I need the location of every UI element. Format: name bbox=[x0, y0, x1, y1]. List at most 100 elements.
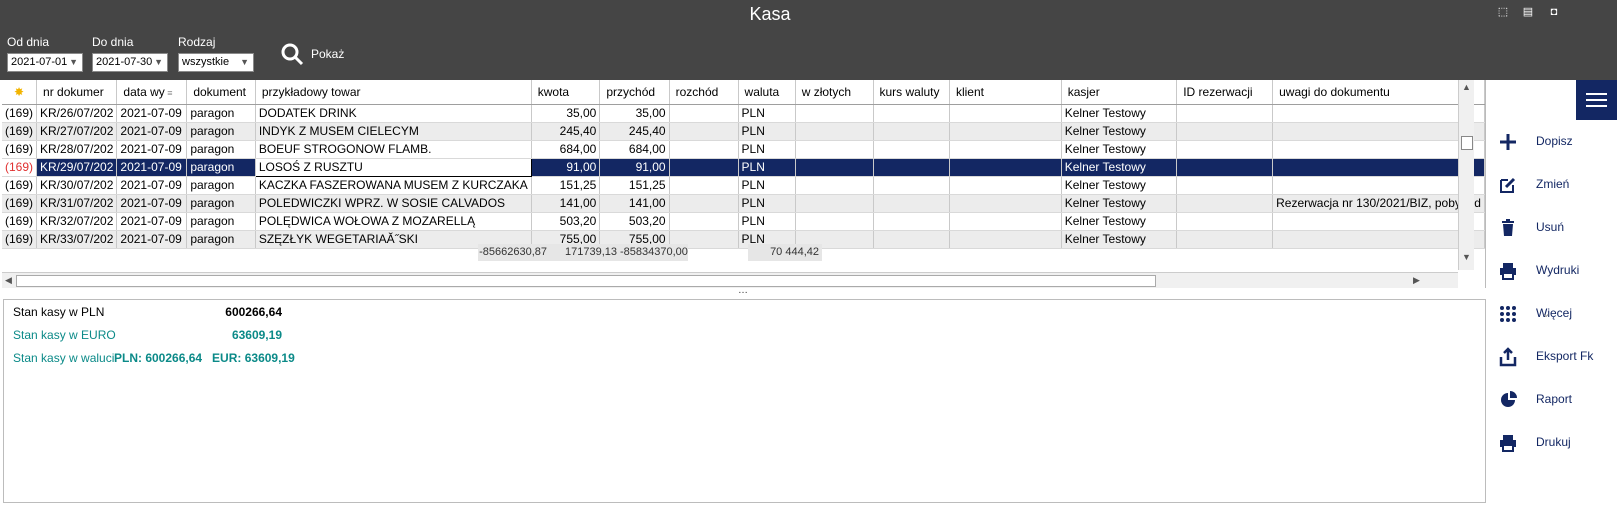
column-header[interactable]: rozchód bbox=[669, 80, 739, 105]
column-header[interactable]: przychód bbox=[599, 80, 670, 105]
doc-number-cell[interactable]: KR/27/07/202 bbox=[36, 122, 118, 141]
row-ref-cell[interactable]: (169) bbox=[2, 194, 38, 213]
reservation-id-cell[interactable] bbox=[1176, 194, 1274, 213]
cashier-cell[interactable]: Kelner Testowy bbox=[1061, 158, 1178, 177]
rate-cell[interactable] bbox=[873, 122, 950, 141]
income-cell[interactable]: 151,25 bbox=[599, 176, 670, 195]
pln-cell[interactable] bbox=[795, 212, 874, 231]
date-cell[interactable]: 2021-07-09 bbox=[116, 158, 188, 177]
cashier-cell[interactable]: Kelner Testowy bbox=[1061, 122, 1178, 141]
table-row[interactable]: (169) KR/32/07/202 2021-07-09 paragon POLĘDW… bbox=[2, 212, 1485, 231]
doc-type-cell[interactable]: paragon bbox=[186, 122, 256, 141]
currency-cell[interactable]: PLN bbox=[738, 158, 796, 177]
amount-cell[interactable]: 684,00 bbox=[531, 140, 601, 159]
doc-type-cell[interactable]: paragon bbox=[186, 176, 256, 195]
reservation-id-cell[interactable] bbox=[1176, 104, 1274, 123]
note-cell[interactable] bbox=[1272, 140, 1485, 159]
expense-cell[interactable] bbox=[669, 140, 739, 159]
cashier-cell[interactable]: Kelner Testowy bbox=[1061, 104, 1178, 123]
expense-cell[interactable] bbox=[669, 104, 739, 123]
doc-number-cell[interactable]: KR/28/07/202 bbox=[36, 140, 118, 159]
rate-cell[interactable] bbox=[873, 194, 950, 213]
scroll-up-icon[interactable]: ▲ bbox=[1462, 82, 1471, 92]
amount-cell[interactable]: 503,20 bbox=[531, 212, 601, 231]
row-ref-cell[interactable]: (169) bbox=[2, 230, 38, 249]
edit-button[interactable]: Zmień bbox=[1486, 169, 1617, 199]
item-cell[interactable]: LOSOŚ Z RUSZTU bbox=[254, 157, 532, 177]
cashier-cell[interactable]: Kelner Testowy bbox=[1061, 212, 1178, 231]
row-ref-cell[interactable]: (169) bbox=[2, 176, 38, 195]
reservation-id-cell[interactable] bbox=[1176, 158, 1274, 177]
income-cell[interactable]: 91,00 bbox=[599, 158, 670, 177]
amount-cell[interactable]: 151,25 bbox=[531, 176, 601, 195]
rate-cell[interactable] bbox=[873, 230, 950, 249]
item-cell[interactable]: INDYK Z MUSEM CIELECYM bbox=[255, 122, 532, 141]
layout-icon[interactable]: ▤ bbox=[1521, 6, 1535, 18]
item-cell[interactable]: BOEUF STROGONOW FLAMB. bbox=[255, 140, 532, 159]
column-header[interactable]: w złotych bbox=[795, 80, 874, 105]
cashier-cell[interactable]: Kelner Testowy bbox=[1061, 194, 1178, 213]
pln-cell[interactable] bbox=[795, 194, 874, 213]
currency-cell[interactable]: PLN bbox=[738, 140, 796, 159]
scroll-thumb[interactable] bbox=[1461, 136, 1473, 150]
table-row[interactable]: (169) KR/31/07/202 2021-07-09 paragon POLEDW… bbox=[2, 194, 1485, 213]
doc-number-cell[interactable]: KR/33/07/202 bbox=[36, 230, 118, 249]
search-icon[interactable] bbox=[280, 42, 304, 66]
reservation-id-cell[interactable] bbox=[1176, 122, 1274, 141]
amount-cell[interactable]: 35,00 bbox=[531, 104, 601, 123]
rate-cell[interactable] bbox=[873, 212, 950, 231]
client-cell[interactable] bbox=[949, 122, 1062, 141]
doc-type-cell[interactable]: paragon bbox=[186, 194, 256, 213]
column-header[interactable]: kwota bbox=[531, 80, 601, 105]
column-header[interactable]: kurs waluty bbox=[873, 80, 950, 105]
scroll-left-icon[interactable]: ◀ bbox=[5, 275, 12, 286]
expense-cell[interactable] bbox=[669, 194, 739, 213]
date-cell[interactable]: 2021-07-09 bbox=[116, 140, 188, 159]
rate-cell[interactable] bbox=[873, 158, 950, 177]
table-row[interactable]: (169) KR/30/07/202 2021-07-09 paragon KACZKA… bbox=[2, 176, 1485, 195]
sun-icon[interactable]: ✸ bbox=[2, 80, 38, 105]
pln-cell[interactable] bbox=[795, 176, 874, 195]
pln-cell[interactable] bbox=[795, 158, 874, 177]
client-cell[interactable] bbox=[949, 194, 1062, 213]
reservation-id-cell[interactable] bbox=[1176, 212, 1274, 231]
cashier-cell[interactable]: Kelner Testowy bbox=[1061, 230, 1178, 249]
rate-cell[interactable] bbox=[873, 140, 950, 159]
kind-select[interactable]: wszystkie ▼ bbox=[178, 53, 254, 72]
note-cell[interactable] bbox=[1272, 230, 1485, 249]
client-cell[interactable] bbox=[949, 158, 1062, 177]
column-header[interactable]: nr dokumer bbox=[36, 80, 118, 105]
cashier-cell[interactable]: Kelner Testowy bbox=[1061, 140, 1178, 159]
amount-cell[interactable]: 141,00 bbox=[531, 194, 601, 213]
note-cell[interactable] bbox=[1272, 158, 1485, 177]
doc-type-cell[interactable]: paragon bbox=[186, 230, 256, 249]
currency-cell[interactable]: PLN bbox=[738, 176, 796, 195]
scroll-thumb[interactable] bbox=[16, 275, 1156, 287]
expense-cell[interactable] bbox=[669, 158, 739, 177]
from-date-field[interactable]: 2021-07-01 ▼ bbox=[7, 53, 83, 72]
item-cell[interactable]: POLĘDWICA WOŁOWA Z MOZARELLĄ bbox=[255, 212, 532, 231]
date-cell[interactable]: 2021-07-09 bbox=[116, 212, 188, 231]
currency-cell[interactable]: PLN bbox=[738, 194, 796, 213]
date-cell[interactable]: 2021-07-09 bbox=[116, 122, 188, 141]
row-ref-cell[interactable]: (169) bbox=[2, 122, 38, 141]
row-ref-cell[interactable]: (169) bbox=[2, 104, 38, 123]
currency-cell[interactable]: PLN bbox=[738, 104, 796, 123]
column-header[interactable]: ID rezerwacji bbox=[1176, 80, 1274, 105]
cashier-cell[interactable]: Kelner Testowy bbox=[1061, 176, 1178, 195]
column-header[interactable]: klient bbox=[949, 80, 1062, 105]
reservation-id-cell[interactable] bbox=[1176, 176, 1274, 195]
date-cell[interactable]: 2021-07-09 bbox=[116, 104, 188, 123]
delete-button[interactable]: Usuń bbox=[1486, 212, 1617, 242]
show-button[interactable]: Pokaż bbox=[311, 47, 344, 61]
doc-type-cell[interactable]: paragon bbox=[186, 104, 256, 123]
pln-cell[interactable] bbox=[795, 104, 874, 123]
client-cell[interactable] bbox=[949, 176, 1062, 195]
row-ref-cell[interactable]: (169) bbox=[2, 140, 38, 159]
column-header[interactable]: uwagi do dokumentu bbox=[1272, 80, 1485, 105]
column-header[interactable]: waluta bbox=[738, 80, 796, 105]
column-header[interactable]: przykładowy towar bbox=[255, 80, 532, 105]
report-button[interactable]: Raport bbox=[1486, 384, 1617, 414]
date-cell[interactable]: 2021-07-09 bbox=[116, 230, 188, 249]
add-button[interactable]: Dopisz bbox=[1486, 126, 1617, 156]
